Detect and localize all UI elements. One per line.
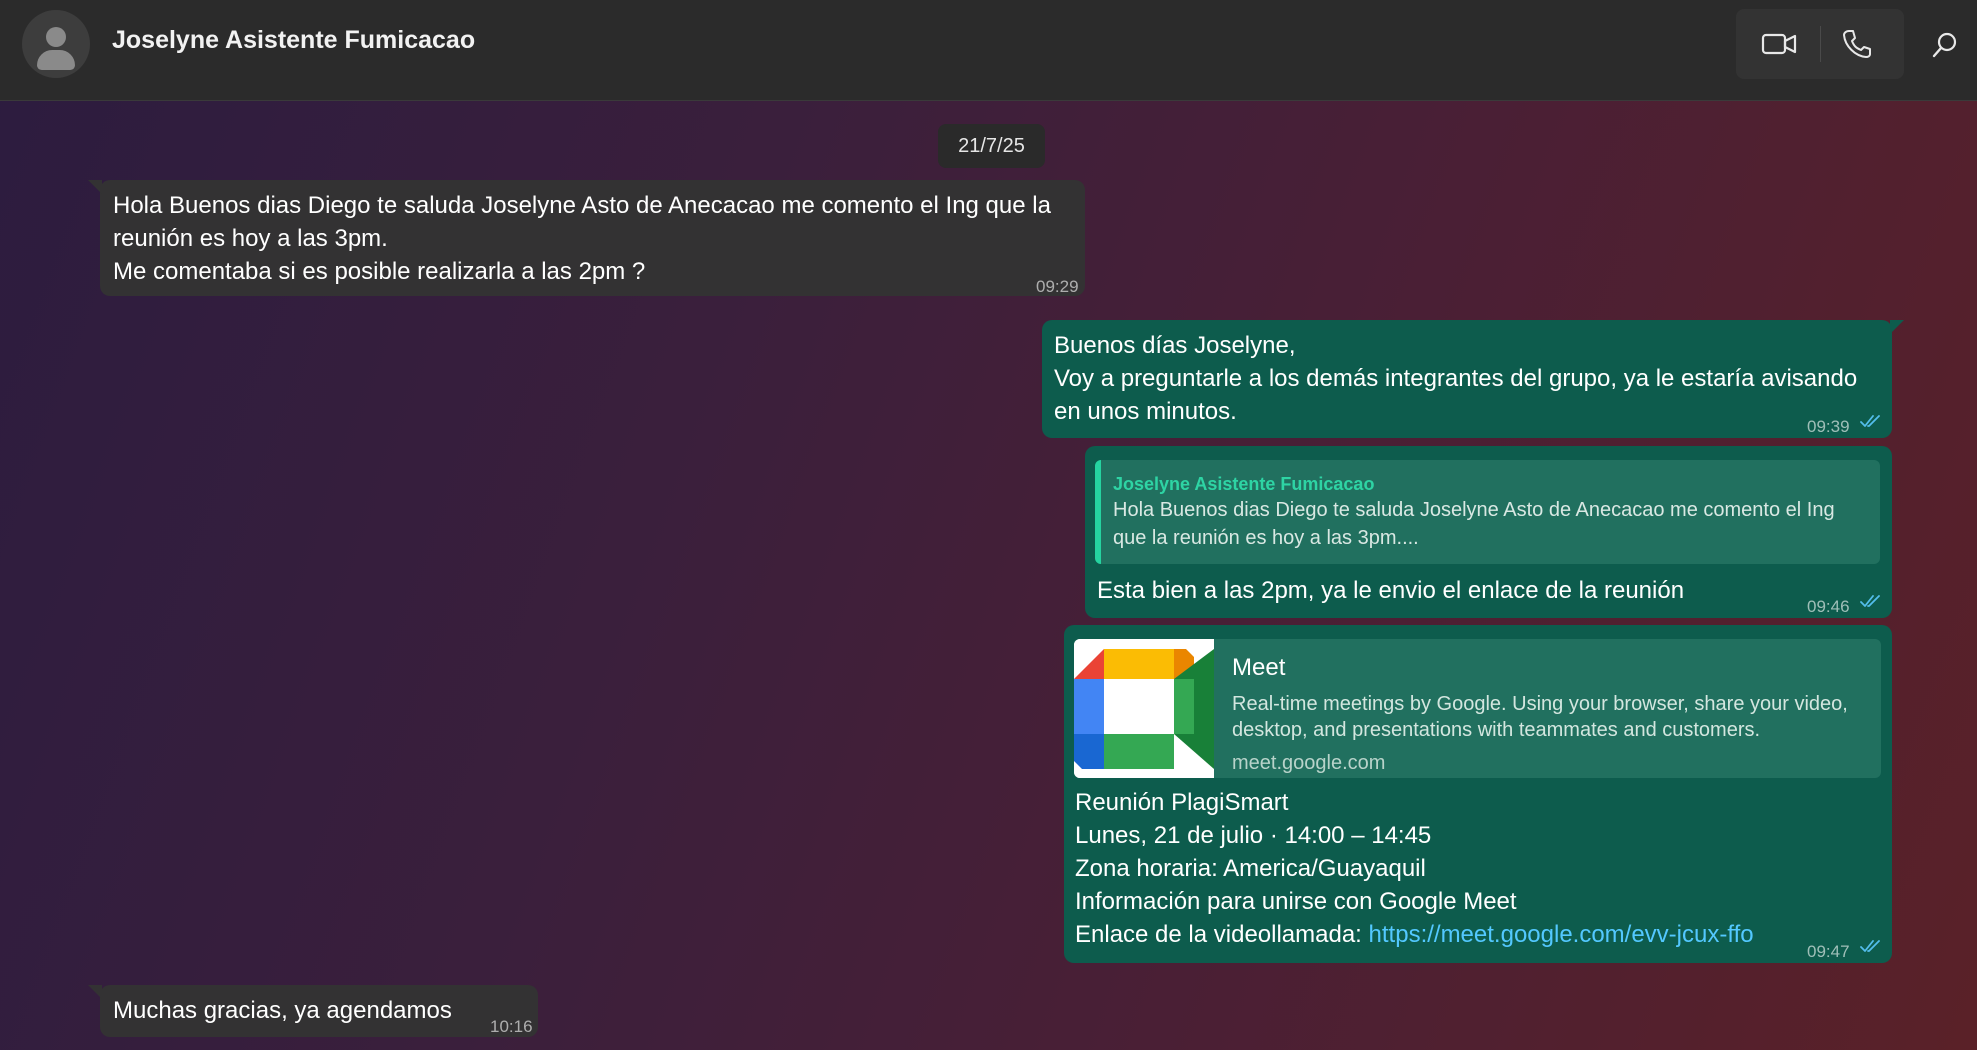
read-receipt-icon (1860, 595, 1880, 607)
google-meet-logo (1074, 639, 1214, 778)
read-receipt-icon (1860, 415, 1880, 427)
read-receipt-icon (1860, 940, 1880, 952)
message-time: 09:46 (1807, 597, 1850, 616)
contact-avatar[interactable] (22, 10, 90, 78)
message-text: Esta bien a las 2pm, ya le envio el enla… (1097, 577, 1685, 604)
preview-thumbnail (1074, 639, 1214, 778)
message-time: 09:39 (1807, 417, 1850, 436)
call-divider (1820, 26, 1821, 62)
meeting-date-line: Lunes, 21 de julio · 14:00 – 14:45 (1075, 822, 1432, 849)
message-text: Buenos días Joselyne, Voy a preguntarle … (1054, 332, 1858, 425)
quoted-message[interactable]: Joselyne Asistente Fumicacao Hola Buenos… (1095, 460, 1880, 564)
search-icon (1932, 32, 1957, 58)
contact-name[interactable]: Joselyne Asistente Fumicacao (112, 26, 475, 55)
bubble-tail (1890, 320, 1904, 334)
outgoing-link-message[interactable]: Meet Real-time meetings by Google. Using… (1064, 625, 1892, 963)
meeting-link[interactable]: https://meet.google.com/evv-jcux-ffo (1369, 921, 1754, 948)
voice-call-button[interactable] (1840, 27, 1874, 61)
message-time: 09:47 (1807, 942, 1850, 961)
preview-domain: meet.google.com (1232, 752, 1386, 774)
message-text: Muchas gracias, ya agendamos (113, 997, 452, 1024)
date-separator: 21/7/25 (938, 124, 1045, 168)
video-camera-icon (1761, 33, 1797, 55)
video-call-button[interactable] (1760, 29, 1800, 59)
phone-icon (1843, 30, 1871, 58)
incoming-message[interactable]: Muchas gracias, ya agendamos 10:16 (88, 985, 538, 1037)
incoming-message[interactable]: Hola Buenos dias Diego te saluda Joselyn… (88, 180, 1085, 296)
outgoing-message[interactable]: Buenos días Joselyne, Voy a preguntarle … (1042, 320, 1904, 438)
avatar-body (37, 50, 75, 70)
meeting-link-prefix: Enlace de la videollamada: (1075, 921, 1369, 948)
message-time: 10:16 (490, 1017, 533, 1036)
meeting-title-line: Reunión PlagiSmart (1075, 789, 1289, 816)
bubble-tail (88, 180, 102, 194)
message-time: 09:29 (1036, 277, 1079, 296)
quote-accent-bar (1095, 460, 1101, 564)
avatar-head (46, 27, 66, 47)
quoted-text: Hola Buenos dias Diego te saluda Joselyn… (1113, 499, 1835, 549)
preview-description: Real-time meetings by Google. Using your… (1232, 693, 1848, 741)
chat-header: Joselyne Asistente Fumicacao (0, 0, 1977, 101)
message-text: Hola Buenos dias Diego te saluda Joselyn… (113, 192, 1051, 285)
link-preview-card[interactable]: Meet Real-time meetings by Google. Using… (1074, 639, 1881, 778)
search-button[interactable] (1930, 30, 1960, 60)
preview-title: Meet (1232, 654, 1286, 681)
meeting-join-info-line: Información para unirse con Google Meet (1075, 888, 1517, 915)
call-buttons-group (1736, 9, 1904, 79)
meeting-link-line: Enlace de la videollamada: https://meet.… (1075, 918, 1754, 951)
bubble-tail (88, 985, 102, 999)
meeting-timezone-line: Zona horaria: America/Guayaquil (1075, 855, 1426, 882)
outgoing-reply-message[interactable]: Joselyne Asistente Fumicacao Hola Buenos… (1085, 446, 1892, 618)
